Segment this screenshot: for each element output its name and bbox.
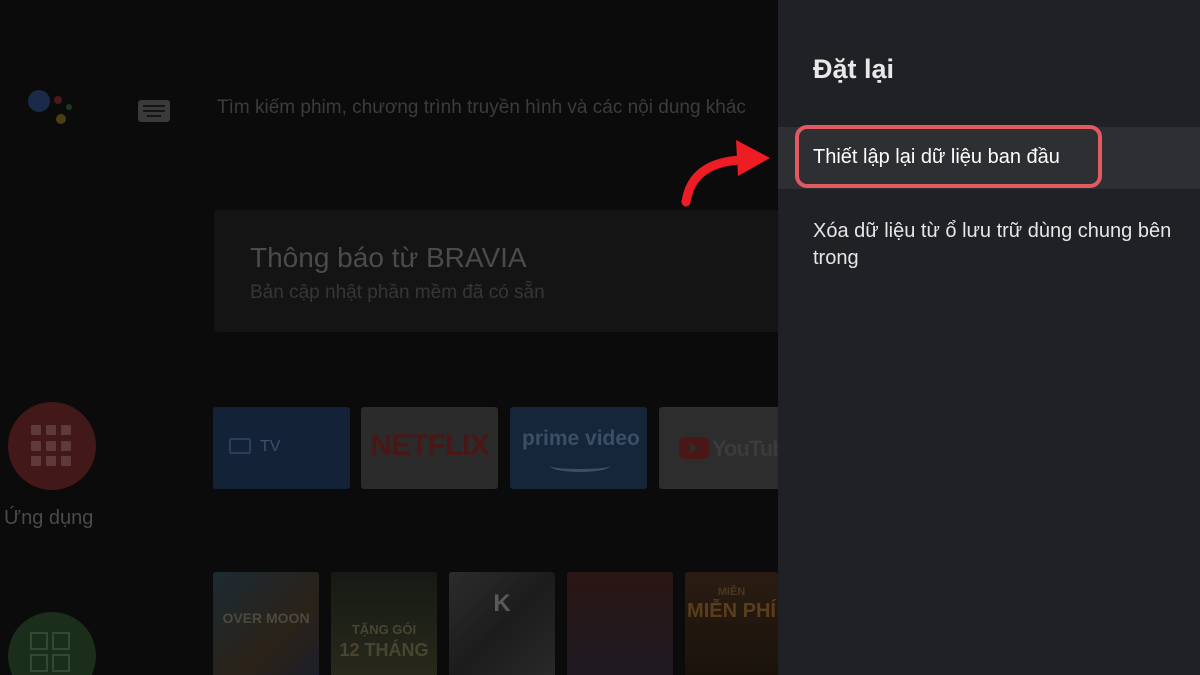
- home-screen-background: Tìm kiếm phim, chương trình truyền hình …: [0, 0, 778, 675]
- notification-card[interactable]: Thông báo từ BRAVIA Bản cập nhật phần mề…: [214, 210, 778, 332]
- app-tile-prime-video[interactable]: prime video: [510, 407, 647, 489]
- content-poster[interactable]: [567, 572, 673, 675]
- app-tile-tv[interactable]: TV: [213, 407, 350, 489]
- panel-title: Đặt lại: [813, 54, 895, 84]
- prime-smile-icon: [550, 460, 610, 472]
- apps-grid-icon: [31, 425, 73, 467]
- poster-title: MIỄN: [717, 586, 746, 598]
- channels-grid-icon: [30, 632, 70, 672]
- notification-title: Thông báo từ BRAVIA: [250, 242, 527, 273]
- menu-item-label: Xóa dữ liệu từ ổ lưu trữ dùng chung bên …: [813, 220, 1172, 269]
- app-tile-label: TV: [260, 438, 281, 455]
- tv-icon: [229, 438, 251, 454]
- google-assistant-icon[interactable]: [26, 88, 76, 134]
- search-bar-placeholder[interactable]: Tìm kiếm phim, chương trình truyền hình …: [217, 97, 746, 119]
- highlight-box-annotation: [795, 125, 1102, 188]
- prime-video-logo: prime video: [522, 427, 640, 450]
- keyboard-icon[interactable]: [138, 100, 170, 122]
- poster-subtitle: 12 THÁNG: [339, 640, 429, 660]
- app-tile-youtube[interactable]: YouTube: [659, 407, 778, 489]
- notification-subtitle: Bản cập nhật phần mềm đã có sẵn: [250, 282, 545, 303]
- menu-item-erase-internal-storage[interactable]: Xóa dữ liệu từ ổ lưu trữ dùng chung bên …: [778, 208, 1200, 286]
- content-poster[interactable]: K: [449, 572, 555, 675]
- content-poster[interactable]: TẶNG GÓI 12 THÁNG: [331, 572, 437, 675]
- poster-subtitle: MIỄN PHÍ: [687, 600, 776, 622]
- app-tile-netflix[interactable]: NETFLIX: [361, 407, 498, 489]
- poster-title: OVER MOON: [222, 610, 310, 626]
- apps-label: Ứng dụng: [4, 507, 94, 529]
- reset-settings-panel: Đặt lại Thiết lập lại dữ liệu ban đầu Xó…: [778, 0, 1200, 675]
- netflix-logo: NETFLIX: [370, 429, 490, 462]
- content-poster[interactable]: OVER MOON: [213, 572, 319, 675]
- youtube-play-icon: [679, 437, 709, 459]
- red-arrow-annotation-icon: [681, 140, 770, 207]
- poster-title: TẶNG GÓI: [351, 622, 417, 637]
- youtube-logo: YouTube: [712, 436, 778, 461]
- content-poster[interactable]: MIỄN MIỄN PHÍ: [685, 572, 778, 675]
- poster-title: K: [493, 590, 511, 617]
